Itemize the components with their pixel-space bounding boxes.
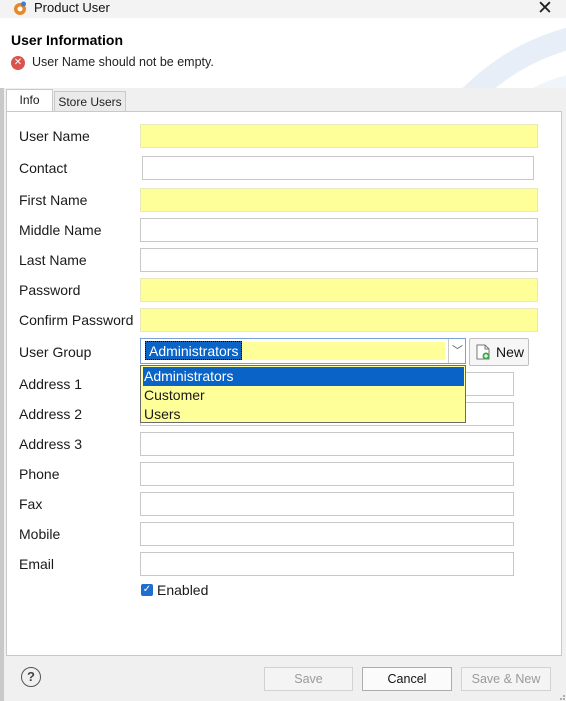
label-first-name: First Name [19,192,88,208]
save-and-new-button[interactable]: Save & New [461,667,551,691]
new-document-icon [476,344,490,360]
new-button-label: New [496,344,525,360]
label-address-3: Address 3 [19,436,83,452]
new-group-button[interactable]: New [469,338,529,366]
label-address-2: Address 2 [19,406,83,422]
user-group-combo[interactable]: Administrators ﹀ [140,338,466,364]
label-last-name: Last Name [19,252,87,268]
tab-store-users[interactable]: Store Users [54,91,126,112]
label-phone: Phone [19,466,60,482]
resize-grip-icon[interactable] [556,691,566,701]
last-name-input[interactable] [140,248,538,272]
label-user-name: User Name [19,128,90,144]
confirm-password-input[interactable] [140,308,538,332]
password-input[interactable] [140,278,538,302]
close-icon[interactable]: ✕ [537,0,553,20]
error-icon: ✕ [11,56,25,70]
dropdown-option-users[interactable]: Users [143,405,464,424]
label-user-group: User Group [19,344,92,360]
label-fax: Fax [19,496,43,512]
save-button[interactable]: Save [264,667,353,691]
email-input[interactable] [140,552,514,576]
title-bar: Product User ✕ [0,0,566,20]
address-3-input[interactable] [140,432,514,456]
window-title: Product User [34,0,110,15]
background-window-edge [0,88,4,701]
banner-decoration [462,27,566,88]
enabled-label[interactable]: Enabled [157,582,208,598]
label-mobile: Mobile [19,526,61,542]
label-address-1: Address 1 [19,376,83,392]
banner-title: User Information [11,32,124,48]
middle-name-input[interactable] [140,218,538,242]
mobile-input[interactable] [140,522,514,546]
combo-selected-value: Administrators [145,341,243,360]
chevron-down-icon[interactable]: ﹀ [448,339,466,363]
contact-input[interactable] [142,156,534,180]
label-contact: Contact [19,160,68,176]
label-email: Email [19,556,55,572]
label-confirm-password: Confirm Password [19,312,134,328]
dropdown-option-administrators[interactable]: Administrators [143,367,464,386]
enabled-checkbox[interactable]: ✓ [141,584,153,596]
phone-input[interactable] [140,462,514,486]
user-name-input[interactable] [140,124,538,148]
header-banner: User Information ✕ User Name should not … [0,18,566,88]
fax-input[interactable] [140,492,514,516]
tab-info[interactable]: Info [6,89,53,112]
dropdown-option-customer[interactable]: Customer [143,386,464,405]
first-name-input[interactable] [140,188,538,212]
app-icon [14,1,26,15]
error-message: User Name should not be empty. [32,55,214,69]
user-group-dropdown: Administrators Customer Users [140,365,466,423]
label-password: Password [19,282,81,298]
cancel-button[interactable]: Cancel [362,667,452,691]
label-middle-name: Middle Name [19,222,102,238]
help-icon[interactable]: ? [21,667,41,687]
